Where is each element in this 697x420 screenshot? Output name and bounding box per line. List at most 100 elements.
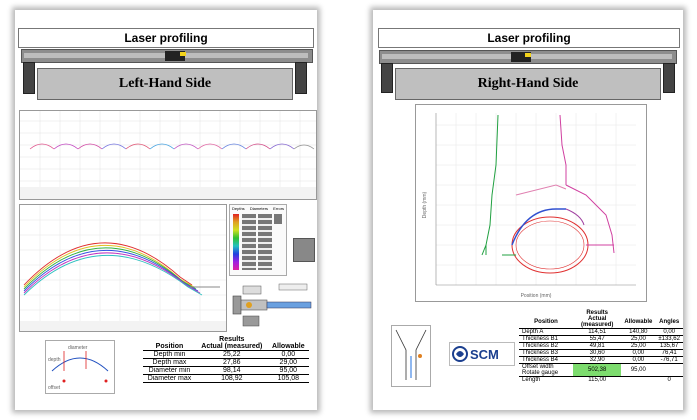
right-panel: Laser profiling Right-Hand Side Position…	[373, 10, 683, 410]
cell-angle: 135,67	[659, 343, 679, 349]
scm-logo-text: SCM	[470, 347, 499, 362]
cell-position: Depth A	[522, 329, 544, 335]
cell-allowable: 25,00	[630, 336, 646, 342]
right-laser-indicator	[525, 53, 531, 57]
right-profile-chart: Position (mm) Depth (mm)	[415, 104, 647, 302]
left-legend-depth-cells	[242, 214, 256, 270]
legend-header-errors: Errors	[273, 206, 285, 211]
legend-header-diameters: Diameters	[249, 206, 269, 211]
left-panel: Laser profiling Left-Hand Side Depths Di…	[15, 10, 317, 410]
cell-angle: -76,71	[660, 357, 678, 363]
cell-angle: 0,00	[663, 329, 675, 335]
table-row: Diameter max 108,92 105,08	[143, 375, 309, 383]
cell-actual: 55,47	[589, 336, 605, 342]
cell-actual: 32,90	[589, 357, 605, 363]
cell-actual: 30,60	[589, 350, 605, 356]
right-results-table: Results Position Actual (measured) Allow…	[519, 310, 683, 383]
right-chart-xlabel: Position (mm)	[521, 293, 552, 299]
left-side-button[interactable]	[293, 238, 315, 262]
left-legend-error-cell	[274, 214, 282, 224]
left-legend-color-scale	[233, 214, 239, 270]
cell-actual: 114,51	[588, 329, 607, 335]
cell-position: Thickness B1	[522, 336, 559, 342]
table-row: Diameter min 98,14 95,00	[143, 367, 309, 375]
diagram-label-depth: depth	[48, 357, 61, 363]
right-cut-diagram	[391, 325, 431, 387]
left-side-label-box: Left-Hand Side	[37, 68, 293, 100]
cell-allowable: 95,00	[630, 367, 646, 373]
diagram-label-diameter: diameter	[68, 345, 88, 351]
table-row: Thickness B3 30,60 0,00 76,41	[519, 350, 683, 357]
left-end-block-left	[23, 62, 35, 94]
table-row: Thickness B4 32,90 0,00 -76,71	[519, 357, 683, 364]
diagram-label-offset: offset	[48, 385, 61, 391]
cell-position: Thickness B4	[522, 357, 559, 363]
left-title: Laser profiling	[124, 31, 208, 45]
cell-allowable: 105,08	[277, 375, 300, 382]
left-end-block-right	[295, 62, 307, 94]
right-side-label: Right-Hand Side	[477, 76, 579, 91]
left-col-allowable: Allowable	[271, 343, 305, 350]
cell-angle: ±133,62	[658, 336, 680, 342]
right-col-angles: Angles	[659, 319, 680, 325]
cell-position: Diameter min	[148, 367, 191, 374]
cell-actual: 25,22	[223, 351, 241, 358]
cell-actual: 49,81	[589, 343, 605, 349]
table-row: Thickness B2 49,81 25,00 135,67	[519, 343, 683, 350]
left-legend: Depths Diameters Errors	[229, 204, 287, 276]
cell-position: Depth max	[152, 359, 187, 366]
left-legend-diameter-cells	[258, 214, 272, 270]
right-col-allowable: Allowable	[624, 319, 653, 325]
right-side-label-box: Right-Hand Side	[395, 68, 661, 100]
cell-allowable: 140,80	[629, 329, 648, 335]
right-chart-ylabel: Depth (mm)	[422, 191, 428, 218]
cell-position: Depth min	[153, 351, 186, 358]
cell-actual: 27,86	[223, 359, 241, 366]
right-title: Laser profiling	[487, 31, 571, 45]
cell-actual: 108,92	[221, 375, 243, 382]
left-mechanism-drawing	[232, 283, 312, 327]
table-row: Thickness B1 55,47 25,00 ±133,62	[519, 336, 683, 343]
left-results-table: Results Position Actual (measured) Allow…	[143, 336, 309, 383]
table-row: Depth A 114,51 140,80 0,00	[519, 329, 683, 336]
cell-angle	[655, 364, 683, 377]
right-cut-diagram-svg	[395, 329, 427, 380]
cell-actual: 115,00	[588, 377, 607, 383]
cell-allowable: 0,00	[281, 351, 296, 358]
cell-position: Length	[522, 377, 541, 383]
cell-allowable: 29,00	[279, 359, 298, 366]
cell-allowable: 95,00	[279, 367, 298, 374]
cell-allowable: 0,00	[632, 357, 645, 363]
table-row: Offset width Rotate gauge 502,38 95,00	[519, 363, 683, 377]
left-col-actual: Actual (measured)	[201, 343, 263, 350]
cell-position: Offset width Rotate gauge	[522, 364, 559, 376]
left-top-profile-chart	[19, 110, 317, 200]
scm-logo: SCM	[449, 342, 515, 366]
cell-position: Thickness B2	[522, 343, 559, 349]
left-title-bar: Laser profiling	[18, 28, 314, 48]
cell-allowable	[621, 377, 655, 384]
cell-actual-highlight: 502,38	[573, 363, 622, 377]
right-col-position: Position	[534, 319, 558, 325]
cell-allowable: 25,00	[630, 343, 646, 349]
scm-logo-svg: SCM	[452, 346, 499, 362]
left-results-header: Results	[219, 336, 245, 343]
left-arc-axis-band	[20, 321, 226, 331]
left-col-position: Position	[155, 343, 184, 350]
cell-allowable: 0,00	[632, 350, 645, 356]
cell-actual: 98,14	[223, 367, 241, 374]
table-row: Depth min 25,22 0,00	[143, 351, 309, 359]
right-profile-svg: Position (mm) Depth (mm)	[422, 113, 636, 299]
right-col-actual: Actual (measured)	[581, 316, 614, 328]
cell-angle: 0	[667, 377, 671, 383]
left-arc-svg	[20, 205, 226, 331]
right-end-block-left	[381, 63, 393, 93]
left-profile-diagram-svg: diameter depth offset	[48, 345, 109, 391]
left-top-profile-svg	[20, 111, 316, 199]
right-end-block-right	[663, 63, 675, 93]
table-row: Length 115,00 0	[519, 377, 683, 384]
cell-angle: 76,41	[661, 350, 677, 356]
table-row: Depth max 27,86 29,00	[143, 359, 309, 367]
legend-header-depths: Depths	[232, 206, 245, 211]
left-laser-indicator	[180, 52, 186, 56]
